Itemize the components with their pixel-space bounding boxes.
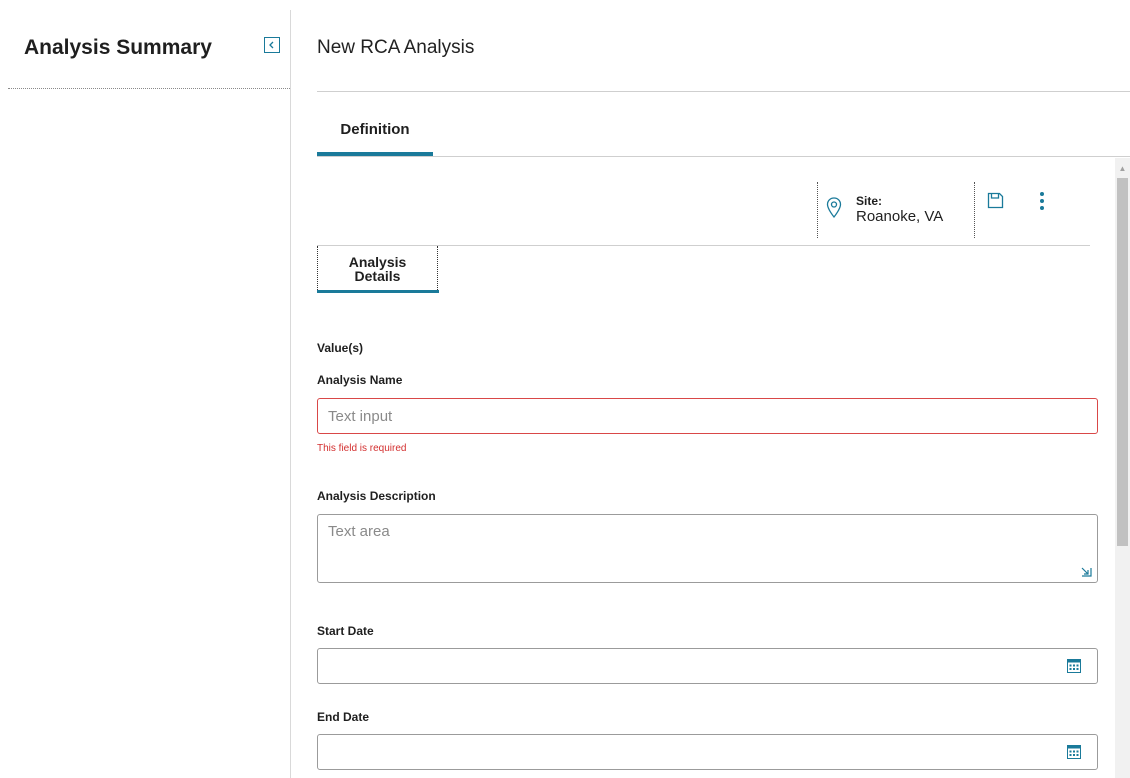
- page-title: New RCA Analysis: [317, 37, 475, 58]
- scroll-up-arrow-icon[interactable]: ▲: [1115, 164, 1130, 173]
- site-selector[interactable]: Site: Roanoke, VA: [817, 182, 975, 238]
- subtab-analysis-details-label: Analysis Details: [348, 254, 407, 284]
- location-pin-icon: [826, 197, 842, 219]
- active-subtab-indicator: [317, 290, 439, 293]
- site-label: Site:: [856, 194, 883, 208]
- subtab-analysis-details[interactable]: Analysis Details: [317, 246, 438, 290]
- collapse-panel-button[interactable]: [264, 37, 280, 53]
- analysis-name-input[interactable]: [317, 398, 1098, 434]
- calendar-icon[interactable]: [1067, 744, 1081, 759]
- scrollbar-thumb[interactable]: [1117, 178, 1128, 546]
- header-divider: [317, 91, 1130, 92]
- analysis-summary-panel: Analysis Summary: [0, 0, 290, 778]
- sidebar-divider-rule: [8, 88, 290, 89]
- calendar-icon[interactable]: [1067, 658, 1081, 673]
- panel-divider: [290, 10, 291, 778]
- sidebar-title: Analysis Summary: [24, 36, 212, 59]
- analysis-name-label: Analysis Name: [317, 373, 403, 387]
- tab-definition[interactable]: Definition: [317, 110, 433, 154]
- analysis-description-textarea[interactable]: [317, 514, 1098, 583]
- save-icon[interactable]: [987, 192, 1004, 209]
- analysis-name-error: This field is required: [317, 443, 407, 454]
- vertical-scrollbar[interactable]: ▲: [1115, 158, 1130, 778]
- end-date-input[interactable]: [317, 734, 1098, 770]
- more-options-icon[interactable]: [1036, 192, 1048, 212]
- analysis-description-label: Analysis Description: [317, 489, 436, 503]
- start-date-input[interactable]: [317, 648, 1098, 684]
- start-date-label: Start Date: [317, 624, 374, 638]
- values-section-label: Value(s): [317, 341, 364, 355]
- chevron-left-icon: [269, 41, 274, 49]
- tabs-divider: [317, 156, 1130, 157]
- end-date-label: End Date: [317, 710, 370, 724]
- resize-handle-icon[interactable]: [1081, 567, 1092, 577]
- site-value: Roanoke, VA: [856, 208, 944, 225]
- tab-definition-label: Definition: [340, 121, 410, 138]
